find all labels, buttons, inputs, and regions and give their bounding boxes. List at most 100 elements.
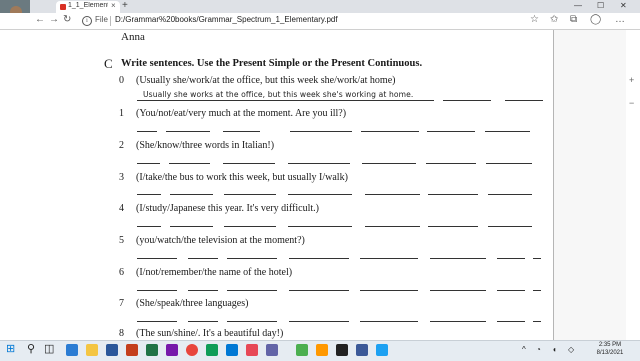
search-icon[interactable]: ⚲ [27,342,35,355]
answer-line [430,258,486,259]
example-answer: Usually she works at the office, but thi… [143,90,414,99]
start-icon[interactable]: ⊞ [6,342,15,355]
system-clock[interactable]: 2:35 PM 8/13/2021 [591,341,629,357]
app-icon[interactable] [376,344,388,356]
answer-line [137,258,177,259]
tray-chevron-icon[interactable]: ^ [522,345,526,354]
answer-line [289,290,349,291]
answer-line [488,226,532,227]
item-prompt: (you/watch/the television at the moment?… [136,235,305,246]
app-icon[interactable] [206,344,218,356]
answer-line [166,131,210,132]
onenote-icon[interactable] [166,344,178,356]
teams-icon[interactable] [266,344,278,356]
previous-answer-text: Anna [121,31,145,43]
zoom-in-icon[interactable]: + [629,75,634,85]
clock-time: 2:35 PM [598,342,622,348]
item-number: 0 [119,75,124,86]
answer-line [188,258,218,259]
powerpoint-icon[interactable] [126,344,138,356]
answer-line [137,100,434,101]
answer-line [497,321,525,322]
viewer-background [554,30,626,340]
answer-line [443,100,491,101]
answer-line [227,258,277,259]
collections-icon[interactable]: ⧉ [570,14,577,25]
answer-line [224,194,276,195]
favorites-icon[interactable]: ☆ [530,14,539,25]
answer-line [290,131,352,132]
item-number: 7 [119,298,124,309]
answer-line [188,290,218,291]
item-number: 8 [119,328,124,339]
file-explorer-icon[interactable] [86,344,98,356]
answer-line [533,321,541,322]
item-prompt: (She/know/three words in Italian!) [136,140,275,151]
answer-line [137,321,177,322]
answer-line [533,290,541,291]
profile-icon[interactable]: ◯ [590,14,601,25]
answer-line [360,290,418,291]
browser-tab[interactable]: 1_1_Elementa × [56,1,120,13]
back-arrow-icon[interactable]: ← [35,14,45,25]
word-icon[interactable] [106,344,118,356]
answer-line [137,226,161,227]
answer-line [430,321,486,322]
answer-line [170,226,213,227]
answer-line [137,290,177,291]
item-prompt: (I/study/Japanese this year. It's very d… [136,203,319,214]
address-url[interactable]: D:/Grammar%20books/Grammar_Spectrum_1_El… [115,15,338,24]
app-icon[interactable] [296,344,308,356]
answer-line [137,131,157,132]
answer-line [288,163,350,164]
close-window-icon[interactable]: ✕ [620,1,627,10]
app-icon[interactable] [316,344,328,356]
answer-line [426,163,476,164]
mail-icon[interactable] [226,344,238,356]
maximize-icon[interactable]: ☐ [597,1,604,10]
item-number: 6 [119,267,124,278]
zoom-out-icon[interactable]: − [629,98,634,108]
answer-line [486,163,532,164]
edge-icon[interactable] [66,344,78,356]
answer-line [137,163,160,164]
app-icon[interactable] [356,344,368,356]
tab-title: 1_1_Elementa [68,2,108,9]
answer-line [289,321,349,322]
item-prompt: (The sun/shine/. It's a beautiful day!) [136,328,284,339]
forward-arrow-icon[interactable]: → [49,14,59,25]
info-icon[interactable]: i [82,16,92,26]
app-icon[interactable] [246,344,258,356]
item-prompt: (Usually she/work/at the office, but thi… [136,75,396,86]
answer-line [360,258,418,259]
answer-line [362,163,416,164]
chrome-icon[interactable] [186,344,198,356]
answer-line [288,194,352,195]
answer-line [170,194,213,195]
answer-line [497,258,525,259]
network-icon[interactable]: ◔ [536,345,541,354]
app-icon[interactable] [336,344,348,356]
volume-icon[interactable]: ◖ [552,345,557,354]
item-prompt: (I/not/remember/the name of the hotel) [136,267,293,278]
minimize-icon[interactable]: — [574,1,582,10]
answer-line [365,226,420,227]
language-icon[interactable]: ◇ [568,345,574,354]
item-number: 1 [119,108,124,119]
favorites-bar-icon[interactable]: ✩ [550,14,558,25]
item-number: 4 [119,203,124,214]
excel-icon[interactable] [146,344,158,356]
answer-line [360,321,418,322]
answer-line [224,226,276,227]
close-tab-icon[interactable]: × [111,1,116,10]
answer-line [188,321,218,322]
item-prompt: (I/take/the bus to work this week, but u… [136,172,348,183]
refresh-icon[interactable]: ↻ [63,14,71,25]
new-tab-button[interactable]: + [122,0,128,11]
task-view-icon[interactable]: ◫ [44,342,54,355]
answer-line [289,258,349,259]
more-menu-icon[interactable]: … [615,14,625,25]
answer-line [428,226,478,227]
item-number: 3 [119,172,124,183]
answer-line [227,321,277,322]
